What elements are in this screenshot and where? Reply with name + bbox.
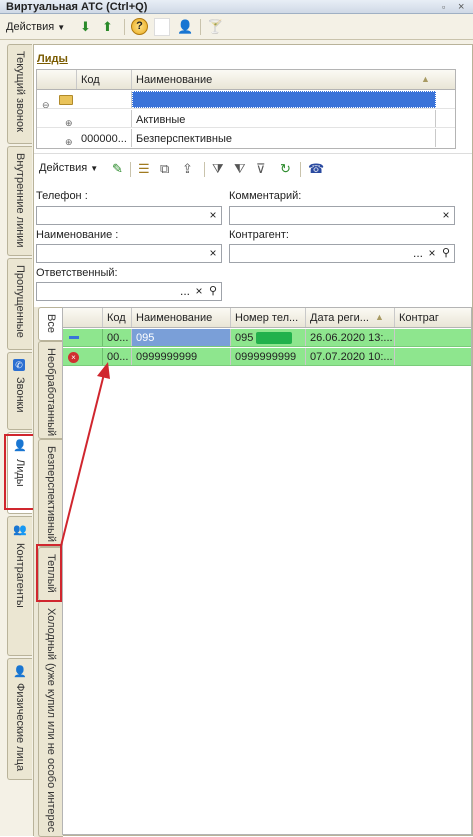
annotation-arrow [60, 362, 110, 547]
